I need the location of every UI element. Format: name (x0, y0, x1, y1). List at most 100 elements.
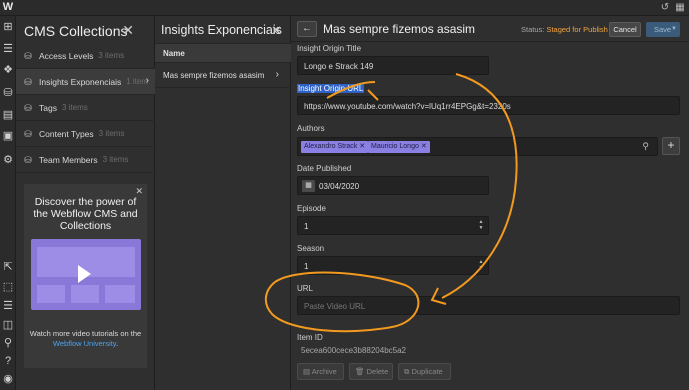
archive-label: Archive (311, 367, 337, 376)
symbols-icon[interactable]: ❖ (1, 63, 15, 77)
episode-label: Episode (297, 204, 326, 213)
duplicate-label: Duplicate (411, 367, 443, 376)
panel-title: CMS Collections (24, 23, 128, 39)
delete-button[interactable]: 🗑 Delete (349, 363, 393, 380)
video-url-input[interactable]: Paste Video URL (297, 296, 680, 315)
collection-name: Insights Exponenciais (39, 76, 122, 87)
add-author-button[interactable]: + (662, 137, 680, 155)
collection-count: 3 items (102, 155, 129, 164)
search-icon[interactable]: ⚲ (642, 141, 649, 152)
collection-item-tags[interactable]: ⛁ Tags 3 items (16, 95, 155, 121)
author-tag[interactable]: Alexandro Strack ✕ (301, 141, 369, 153)
authors-label: Authors (297, 124, 325, 133)
left-toolbar: ⊞ ☰ ❖ ⛁ ▤ ▣ ⚙ ⇱ ⬚ ☰ ◫ ⚲ ? ◉ (0, 16, 16, 390)
dotted-select-icon[interactable]: ⬚ (1, 280, 15, 294)
ecommerce-cart-icon[interactable]: ▤ (1, 108, 15, 122)
columns-icon[interactable]: ◫ (1, 318, 15, 332)
item-id-value: 5ecea600cece3b88204bc5a2 (301, 346, 406, 355)
season-value: 1 (304, 262, 309, 271)
video-url-placeholder: Paste Video URL (304, 302, 366, 311)
column-header-name: Name (163, 49, 185, 58)
collection-item-team-members[interactable]: ⛁ Team Members 3 items (16, 147, 155, 173)
cms-database-icon[interactable]: ⛁ (1, 86, 15, 100)
date-published-field[interactable]: ▦ 03/04/2020 (297, 176, 489, 195)
remove-tag-icon[interactable]: ✕ (421, 143, 427, 150)
database-icon: ⛁ (24, 102, 32, 113)
collection-name: Access Levels (39, 50, 94, 61)
column-header[interactable]: Name (155, 43, 291, 63)
status-label-text: Status: (521, 25, 545, 34)
list-item[interactable]: Mas sempre fizemos asasim › (155, 64, 291, 88)
remove-tag-icon[interactable]: ✕ (359, 143, 365, 150)
origin-url-value: https://www.youtube.com/watch?v=lUq1rr4E… (304, 102, 511, 111)
episode-field[interactable]: 1 ▲ ▼ (297, 216, 489, 235)
collection-name: Team Members (39, 154, 98, 165)
grid-icon[interactable]: ▦ (673, 1, 687, 15)
delete-label: Delete (366, 367, 389, 376)
collection-name: Content Types (39, 128, 94, 139)
webflow-university-link[interactable]: Webflow University (53, 339, 116, 348)
preview-icon[interactable]: ◉ (1, 372, 15, 386)
date-published-value: 03/04/2020 (319, 182, 360, 191)
date-published-label: Date Published (297, 164, 352, 173)
author-tag-label: Mauricio Longo (371, 143, 419, 150)
promo-text-after: . (115, 339, 119, 348)
chevron-down-icon[interactable]: ▼ (671, 22, 677, 37)
chevron-right-icon: › (145, 75, 149, 86)
origin-title-value: Longo e Strack 149 (304, 62, 374, 71)
origin-title-field[interactable]: Longo e Strack 149 (297, 56, 489, 75)
collection-item-access-levels[interactable]: ⛁ Access Levels 3 items (16, 43, 155, 69)
save-button[interactable]: Save ▼ (646, 22, 680, 37)
editor-title: Mas sempre fizemos asasim (323, 22, 476, 36)
collection-item-insights-exponenciais[interactable]: ⛁ Insights Exponenciais 1 item › (16, 69, 155, 95)
grid-lines-icon[interactable]: ☰ (1, 299, 15, 313)
add-icon[interactable]: ⊞ (1, 20, 15, 34)
author-tag-label: Alexandro Strack (304, 143, 358, 150)
settings-gear-icon[interactable]: ⚙ (1, 153, 15, 167)
season-label: Season (297, 244, 325, 253)
database-icon: ⛁ (24, 76, 32, 87)
status-badge: Staged for Publish (546, 25, 608, 34)
number-stepper[interactable]: ▲ ▼ (477, 219, 485, 232)
navigator-icon[interactable]: ☰ (1, 42, 15, 56)
database-icon: ⛁ (24, 50, 32, 61)
collection-name: Tags (39, 102, 57, 113)
back-button[interactable]: ← (297, 21, 317, 37)
status-label: Status: Staged for Publish (521, 25, 608, 34)
item-name: Mas sempre fizemos asasim (163, 71, 265, 80)
url-label: URL (297, 284, 314, 293)
calendar-icon[interactable]: ▦ (302, 180, 315, 192)
video-thumbnail[interactable] (31, 239, 141, 310)
duplicate-button[interactable]: ⧉ Duplicate (398, 363, 451, 380)
assets-icon[interactable]: ▣ (1, 129, 15, 143)
save-label: Save (654, 25, 672, 34)
collection-item-content-types[interactable]: ⛁ Content Types 3 items (16, 121, 155, 147)
chevron-right-icon: › (275, 69, 279, 80)
season-field[interactable]: 1 ▲ ▼ (297, 256, 489, 275)
cms-collections-panel: CMS Collections ✕ ⛁ Access Levels 3 item… (16, 16, 155, 390)
database-icon: ⛁ (24, 128, 32, 139)
play-icon[interactable] (78, 265, 91, 283)
promo-text: Watch more video tutorials on the Webflo… (28, 329, 143, 349)
origin-url-field[interactable]: https://www.youtube.com/watch?v=lUq1rr4E… (297, 96, 680, 115)
editor-header: ← Mas sempre fizemos asasim Status: Stag… (291, 16, 689, 42)
search-icon[interactable]: ⚲ (1, 336, 15, 350)
webflow-logo-icon[interactable]: W (1, 1, 15, 14)
help-icon[interactable]: ? (1, 354, 15, 368)
promo-card: ✕ Discover the power of the Webflow CMS … (24, 184, 147, 368)
archive-button[interactable]: ▤ Archive (297, 363, 344, 380)
collection-count: 3 items (98, 129, 125, 138)
top-bar: W ↺ ▦ (0, 0, 689, 16)
close-icon[interactable]: ✕ (122, 22, 134, 39)
select-tool-icon[interactable]: ⇱ (1, 260, 15, 274)
author-tag[interactable]: Mauricio Longo ✕ (368, 141, 430, 153)
origin-title-label: Insight Origin Title (297, 44, 362, 53)
close-icon[interactable]: ✕ (271, 23, 282, 39)
cancel-button[interactable]: Cancel (609, 22, 641, 37)
item-editor: ← Mas sempre fizemos asasim Status: Stag… (291, 16, 689, 390)
undo-icon[interactable]: ↺ (658, 1, 672, 15)
authors-field[interactable]: Alexandro Strack ✕ Mauricio Longo ✕ ⚲ (297, 137, 658, 156)
number-stepper[interactable]: ▲ ▼ (477, 259, 485, 272)
item-id-label: Item ID (297, 333, 323, 342)
collection-count: 3 items (61, 103, 88, 112)
